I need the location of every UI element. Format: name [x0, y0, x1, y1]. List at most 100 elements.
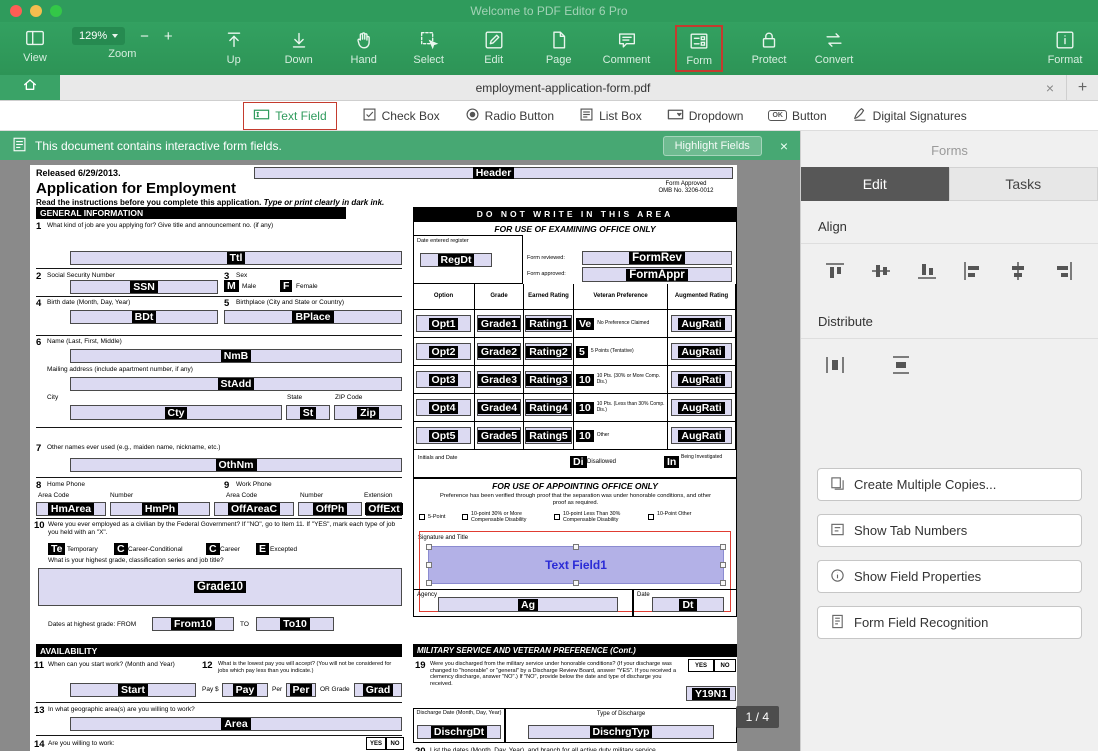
checkbox-10ptother[interactable]	[648, 514, 654, 520]
form-field-te[interactable]: Te	[48, 543, 65, 555]
form-field-ag[interactable]: Ag	[438, 597, 618, 612]
form-field-opt3[interactable]: Opt3	[416, 371, 471, 388]
form-field-formappr[interactable]: FormAppr	[582, 267, 732, 282]
form-field-rating1[interactable]: Rating1	[525, 315, 572, 332]
form-field-5pt[interactable]: 5	[576, 346, 588, 358]
form-field-other[interactable]: 10	[576, 430, 594, 442]
form-field-formrev[interactable]: FormRev	[582, 251, 732, 265]
resize-handle[interactable]	[720, 580, 726, 586]
form-field-dischrgdt[interactable]: DischrgDt	[417, 725, 501, 739]
notification-close-icon[interactable]: ×	[780, 138, 788, 154]
align-horizontal-center-icon[interactable]	[1006, 259, 1030, 283]
resize-handle[interactable]	[573, 580, 579, 586]
form-field-10ptless[interactable]: 10	[576, 402, 594, 414]
format-button[interactable]: Format	[1044, 25, 1086, 66]
edit-button[interactable]: Edit	[473, 27, 515, 66]
distribute-vertical-icon[interactable]	[889, 353, 913, 377]
form-field-zip[interactable]: Zip	[334, 405, 402, 420]
form-field-opt2[interactable]: Opt2	[416, 343, 471, 360]
form-field-st[interactable]: St	[286, 405, 330, 420]
form-field-offext[interactable]: OffExt	[366, 502, 402, 516]
up-button[interactable]: Up	[213, 27, 255, 66]
new-tab-button[interactable]: +	[1066, 75, 1098, 100]
tab-close-icon[interactable]: ×	[1046, 81, 1054, 95]
form-field-to10[interactable]: To10	[256, 617, 334, 631]
align-left-icon[interactable]	[960, 259, 984, 283]
form-field-stadd[interactable]: StAdd	[70, 377, 402, 391]
form-field-excepted[interactable]: E	[256, 543, 269, 555]
form-field-augrati[interactable]: AugRati	[671, 399, 732, 416]
view-button[interactable]: View	[14, 25, 56, 64]
show-tab-numbers-button[interactable]: Show Tab Numbers	[817, 514, 1082, 547]
resize-handle[interactable]	[426, 580, 432, 586]
align-right-icon[interactable]	[1052, 259, 1076, 283]
distribute-horizontal-icon[interactable]	[823, 353, 847, 377]
form-field-bdt[interactable]: BDt	[70, 310, 218, 324]
tab-tasks[interactable]: Tasks	[949, 167, 1098, 201]
hand-button[interactable]: Hand	[343, 27, 385, 66]
form-field-offareac[interactable]: OffAreaC	[214, 502, 294, 516]
list-box-tool[interactable]: List Box	[579, 107, 642, 125]
page-button[interactable]: Page	[538, 27, 580, 66]
form-button-active[interactable]: Form	[675, 25, 723, 72]
create-multiple-copies-button[interactable]: Create Multiple Copies...	[817, 468, 1082, 501]
form-field-recognition-button[interactable]: Form Field Recognition	[817, 606, 1082, 639]
protect-button[interactable]: Protect	[748, 27, 790, 66]
form-field-bplace[interactable]: BPlace	[224, 310, 402, 324]
form-field-ssn[interactable]: SSN	[70, 280, 218, 294]
radio-button-tool[interactable]: Radio Button	[465, 107, 554, 125]
align-bottom-icon[interactable]	[915, 259, 939, 283]
form-field-opt4[interactable]: Opt4	[416, 399, 471, 416]
form-field-from10[interactable]: From10	[152, 617, 234, 631]
form-field-grade1[interactable]: Grade1	[477, 315, 521, 332]
form-field-di[interactable]: Di	[570, 456, 587, 468]
form-field-grad[interactable]: Grad	[354, 683, 402, 697]
home-button[interactable]	[0, 75, 60, 100]
form-field-regdt[interactable]: RegDt	[420, 253, 492, 267]
form-field-ve[interactable]: Ve	[576, 318, 594, 330]
digital-signatures-tool[interactable]: Digital Signatures	[852, 106, 967, 125]
resize-handle[interactable]	[426, 544, 432, 550]
form-field-opt5[interactable]: Opt5	[416, 427, 471, 444]
form-field-hmarea[interactable]: HmArea	[36, 502, 106, 516]
form-field-y19n1[interactable]: Y19N1	[686, 686, 736, 701]
zoom-level-dropdown[interactable]: 129%	[72, 27, 125, 45]
selected-text-field[interactable]: Text Field1	[428, 546, 724, 584]
checkbox-5point[interactable]	[419, 514, 425, 520]
tab-edit[interactable]: Edit	[801, 167, 949, 201]
down-button[interactable]: Down	[278, 27, 320, 66]
form-field-ttl[interactable]: Ttl	[70, 251, 402, 265]
align-vertical-center-icon[interactable]	[869, 259, 893, 283]
form-field-rating2[interactable]: Rating2	[525, 343, 572, 360]
form-field-dt[interactable]: Dt	[652, 597, 724, 612]
resize-handle[interactable]	[720, 544, 726, 550]
form-field-augrati[interactable]: AugRati	[671, 315, 732, 332]
show-field-properties-button[interactable]: Show Field Properties	[817, 560, 1082, 593]
highlight-fields-button[interactable]: Highlight Fields	[663, 136, 762, 156]
form-field-male[interactable]: M	[224, 280, 239, 292]
resize-handle[interactable]	[573, 544, 579, 550]
text-field-tool[interactable]: Text Field	[243, 102, 336, 130]
form-field-per[interactable]: Per	[286, 683, 316, 697]
form-field-10pt30[interactable]: 10	[576, 374, 594, 386]
form-field-grade10[interactable]: Grade10	[38, 568, 402, 606]
form-field-career[interactable]: C	[206, 543, 220, 555]
form-field-header[interactable]: Header	[254, 167, 733, 179]
form-field-rating4[interactable]: Rating4	[525, 399, 572, 416]
form-field-grade2[interactable]: Grade2	[477, 343, 521, 360]
form-field-grade5[interactable]: Grade5	[477, 427, 521, 444]
form-field-othnm[interactable]: OthNm	[70, 458, 402, 472]
form-field-hmph[interactable]: HmPh	[110, 502, 210, 516]
resize-handle[interactable]	[426, 562, 432, 568]
comment-button[interactable]: Comment	[603, 27, 651, 66]
check-box-tool[interactable]: Check Box	[362, 107, 440, 125]
form-field-rating3[interactable]: Rating3	[525, 371, 572, 388]
checkbox-10ptless[interactable]	[554, 514, 560, 520]
document-tab[interactable]: employment-application-form.pdf ×	[60, 75, 1066, 100]
form-field-cty[interactable]: Cty	[70, 405, 282, 420]
form-field-in[interactable]: In	[664, 456, 679, 468]
form-field-opt1[interactable]: Opt1	[416, 315, 471, 332]
zoom-out-button[interactable]: −	[140, 29, 149, 44]
dropdown-tool[interactable]: Dropdown	[667, 106, 744, 126]
convert-button[interactable]: Convert	[813, 27, 855, 66]
